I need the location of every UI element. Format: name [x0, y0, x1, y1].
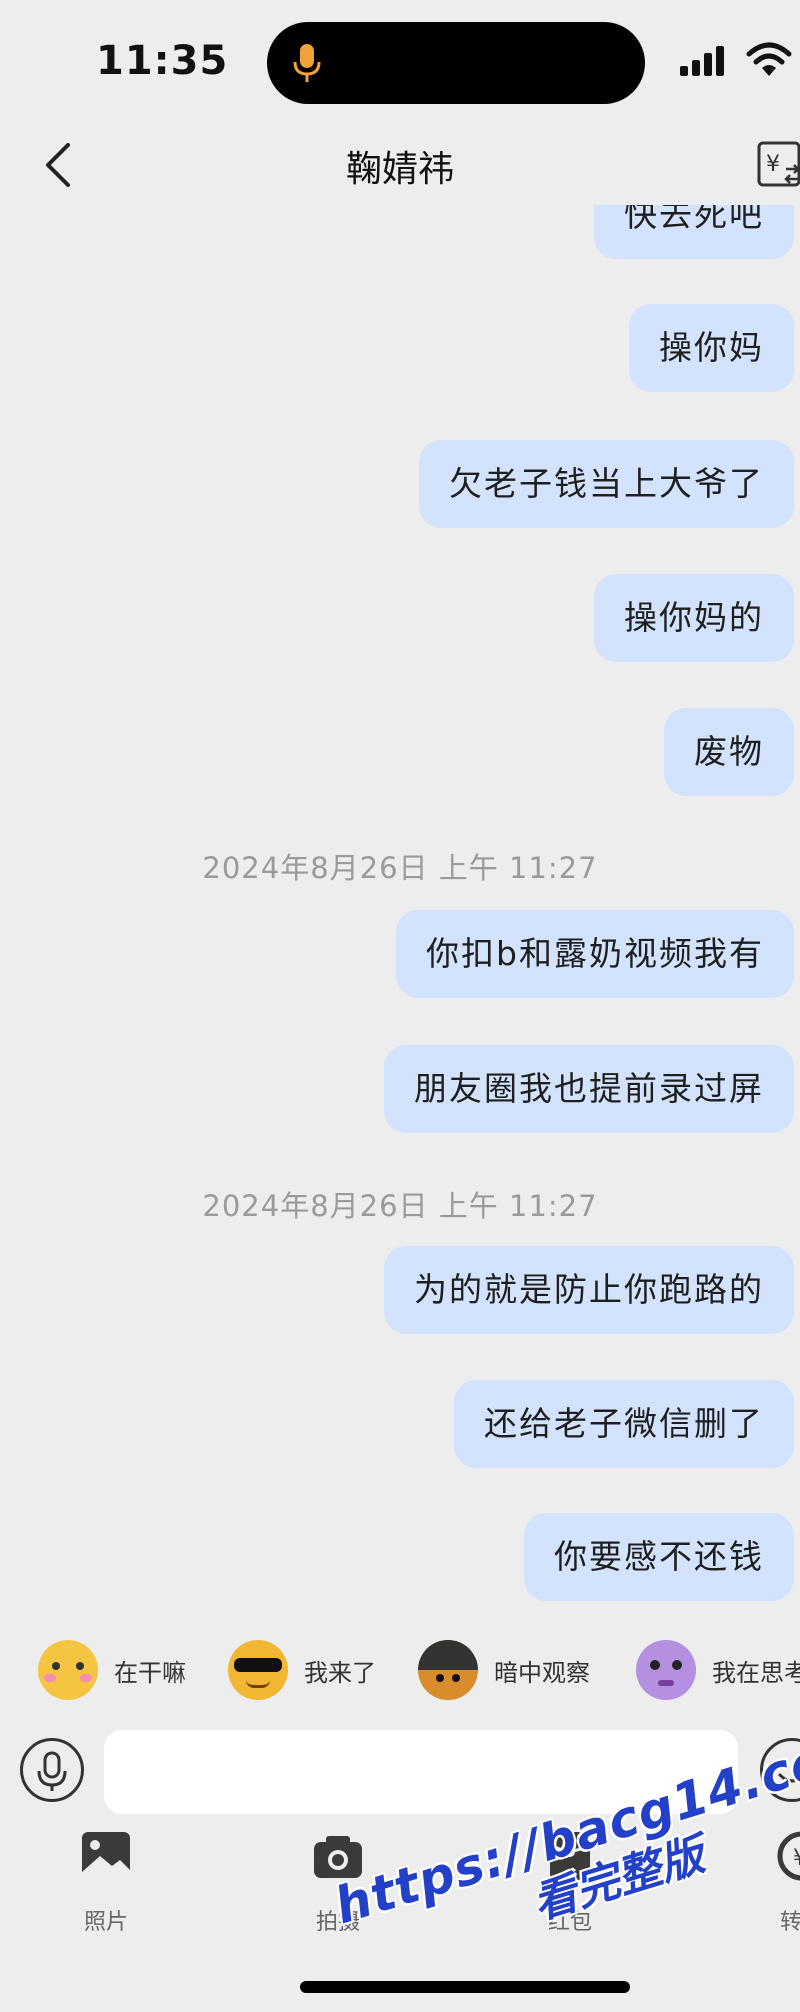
home-indicator[interactable]	[300, 1981, 630, 1993]
voice-input-button[interactable]	[20, 1738, 84, 1802]
toolbar-label: 转账	[779, 1910, 800, 1935]
toolbar-label: 红包	[547, 1910, 592, 1935]
thinking-sticker-icon	[636, 1640, 696, 1700]
camera-icon	[314, 1836, 362, 1878]
message-bubble[interactable]: 操你妈的	[594, 574, 794, 662]
quick-reply-label: 我来了	[304, 1658, 376, 1687]
chat-header: 鞠婧祎 ¥	[0, 125, 800, 205]
pink-face-sticker-icon	[38, 1640, 98, 1700]
photo-icon	[82, 1832, 130, 1880]
quick-reply-item[interactable]: 在干嘛	[38, 1632, 186, 1708]
quick-reply-item[interactable]: 我在思考	[636, 1632, 800, 1708]
toolbar-item-photo[interactable]: 照片	[36, 1830, 176, 1936]
message-bubble[interactable]: 快去死吧	[594, 205, 794, 259]
quick-reply-item[interactable]: 暗中观察	[418, 1632, 590, 1708]
input-bar	[0, 1720, 800, 1820]
message-bubble[interactable]: 还给老子微信删了	[454, 1380, 794, 1468]
message-bubble[interactable]: 欠老子钱当上大爷了	[419, 440, 794, 528]
microphone-icon	[37, 1751, 67, 1791]
emoji-button[interactable]	[760, 1738, 800, 1802]
message-bubble[interactable]: 废物	[664, 708, 794, 796]
quick-reply-label: 暗中观察	[494, 1658, 590, 1687]
svg-text:¥: ¥	[766, 152, 780, 177]
message-input[interactable]	[104, 1730, 738, 1814]
chat-title: 鞠婧祎	[345, 149, 454, 190]
quick-reply-bar: 在干嘛 我来了 暗中观察 我在思考	[0, 1620, 800, 1720]
svg-text:¥: ¥	[793, 1846, 800, 1871]
toolbar-label: 照片	[83, 1910, 128, 1935]
message-bubble[interactable]: 操你妈	[629, 304, 794, 392]
toolbar-item-red-packet[interactable]: 红包	[500, 1830, 640, 1936]
message-bubble[interactable]: 朋友圈我也提前录过屏	[384, 1045, 794, 1133]
message-bubble[interactable]: 你扣b和露奶视频我有	[396, 910, 794, 998]
cellular-signal-icon	[680, 46, 724, 76]
message-list[interactable]: 快去死吧 操你妈 欠老子钱当上大爷了 操你妈的 废物 2024年8月26日 上午…	[0, 205, 800, 1620]
attachment-toolbar: 照片 拍摄 红包 ¥ 转账	[0, 1820, 800, 1950]
status-bar: 11:35	[0, 0, 800, 125]
quick-reply-label: 我在思考	[712, 1658, 800, 1687]
toolbar-item-transfer[interactable]: ¥ 转账	[732, 1830, 800, 1936]
message-bubble[interactable]: 为的就是防止你跑路的	[384, 1246, 794, 1334]
message-bubble[interactable]: 你要感不还钱	[524, 1513, 794, 1601]
sunglasses-face-sticker-icon	[228, 1640, 288, 1700]
peeking-sticker-icon	[418, 1640, 478, 1700]
smiley-icon	[778, 1761, 800, 1783]
quick-reply-item[interactable]: 我来了	[228, 1632, 376, 1708]
quick-reply-label: 在干嘛	[114, 1658, 186, 1687]
toolbar-item-camera[interactable]: 拍摄	[268, 1830, 408, 1936]
status-time: 11:35	[96, 38, 229, 84]
toolbar-label: 拍摄	[315, 1910, 360, 1935]
wifi-icon	[746, 42, 792, 76]
transfer-icon: ¥	[777, 1831, 800, 1881]
microphone-active-icon	[293, 44, 321, 82]
message-timestamp: 2024年8月26日 上午 11:27	[202, 851, 598, 885]
red-packet-icon	[549, 1832, 591, 1880]
transfer-money-icon[interactable]: ¥	[756, 139, 800, 191]
dynamic-island	[267, 22, 645, 104]
message-timestamp: 2024年8月26日 上午 11:27	[202, 1189, 598, 1223]
